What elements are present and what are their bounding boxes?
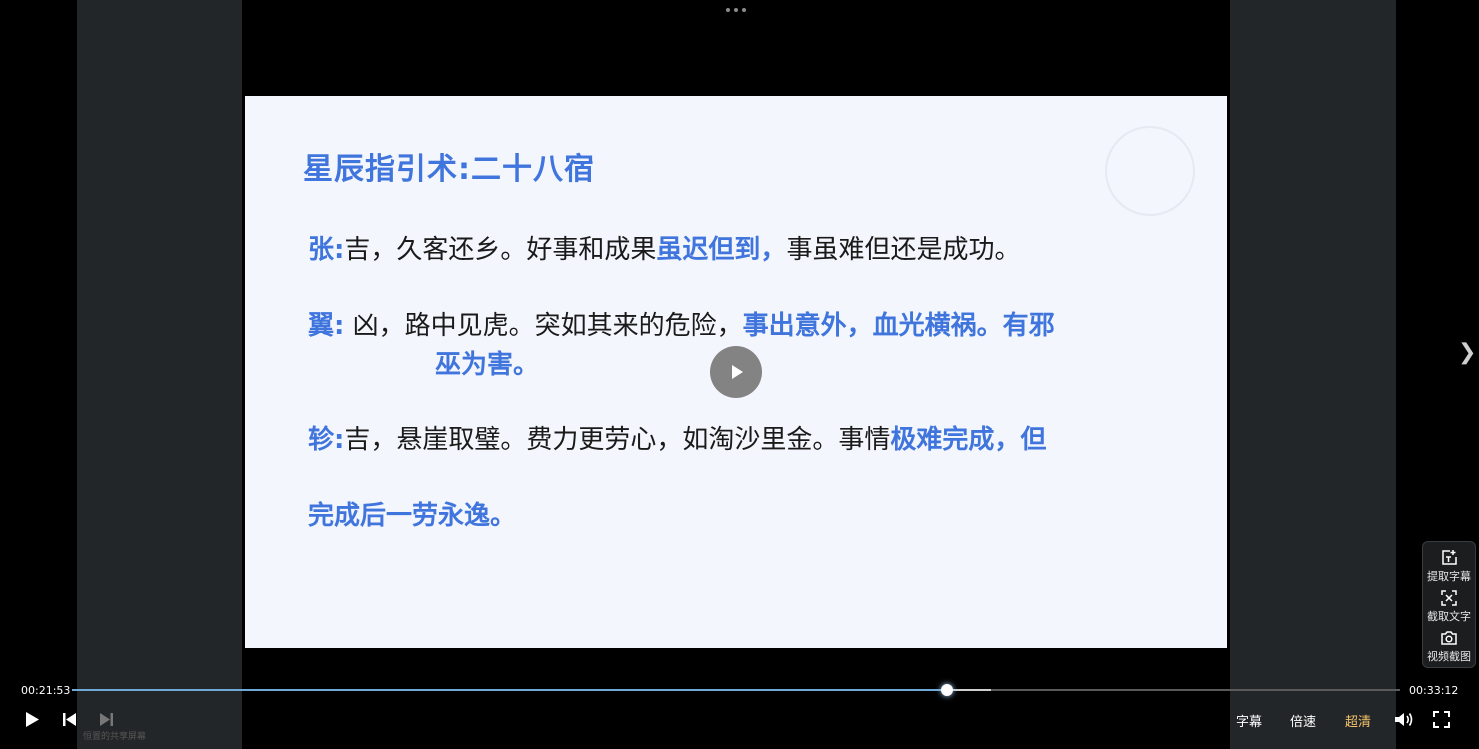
tool-label: 提取字幕 <box>1427 570 1471 583</box>
capture-text-icon <box>1441 590 1457 606</box>
center-play-button[interactable] <box>710 346 762 398</box>
capture-text-button[interactable]: 截取文字 <box>1423 589 1475 624</box>
right-side-panel <box>1230 0 1396 749</box>
watermark-text: 恒置的共享屏幕 <box>83 732 147 742</box>
entry-zhen: 轸:吉，悬崖取璧。费力更劳心，如淘沙里金。事情极难完成，但 <box>308 421 1046 459</box>
tool-label: 视频截图 <box>1427 650 1471 663</box>
volume-icon <box>1395 713 1413 726</box>
entry-yi: 翼: 凶，路中见虎。突如其来的危险，事出意外，血光横祸。有邪 <box>308 307 1055 345</box>
left-side-panel <box>77 0 242 749</box>
extract-subtitle-icon <box>1442 550 1457 565</box>
previous-button[interactable] <box>62 712 77 731</box>
play-icon <box>732 365 743 379</box>
fullscreen-button[interactable] <box>1433 711 1450 732</box>
entry-continuation: 完成后一劳永逸。 <box>308 501 517 531</box>
entry-highlight: 事出意外，血光横祸。有邪 <box>742 311 1055 341</box>
entry-term: 翼: <box>308 311 345 341</box>
volume-button[interactable] <box>1394 711 1414 732</box>
skip-previous-icon <box>63 713 76 726</box>
extract-subtitle-button[interactable]: 提取字幕 <box>1423 549 1475 584</box>
slide-title: 星辰指引术:二十八宿 <box>303 152 595 187</box>
play-icon <box>26 712 39 727</box>
fullscreen-icon <box>1433 711 1450 728</box>
current-time: 00:21:53 <box>21 684 71 697</box>
decorative-circle <box>1105 126 1195 216</box>
entry-term: 张: <box>308 235 345 265</box>
entry-highlight: 极难完成，但 <box>890 425 1047 455</box>
entry-text: 吉，悬崖取璧。费力更劳心，如淘沙里金。事情 <box>344 425 891 455</box>
tool-label: 截取文字 <box>1427 610 1471 623</box>
entry-text: 凶，路中见虎。突如其来的危险， <box>344 311 743 341</box>
speed-button[interactable]: 倍速 <box>1290 711 1316 730</box>
entry-text: 吉，久客还乡。好事和成果 <box>344 235 657 265</box>
camera-icon <box>1441 631 1457 645</box>
played-bar <box>72 689 948 691</box>
skip-next-icon <box>100 713 113 726</box>
tool-panel: 提取字幕 截取文字 视频截图 <box>1422 541 1476 668</box>
entry-continuation: 巫为害。 <box>435 350 540 380</box>
quality-button[interactable]: 超清 <box>1345 711 1371 730</box>
next-chevron-icon[interactable]: ❯ <box>1458 340 1476 365</box>
entry-term: 轸: <box>308 425 345 455</box>
total-time: 00:33:12 <box>1409 684 1459 697</box>
entry-zhang: 张:吉，久客还乡。好事和成果虽迟但到，事虽难但还是成功。 <box>308 231 1020 269</box>
subtitle-button[interactable]: 字幕 <box>1236 711 1262 730</box>
drag-handle[interactable] <box>724 6 748 14</box>
video-screenshot-button[interactable]: 视频截图 <box>1423 629 1475 664</box>
play-button[interactable] <box>24 711 40 732</box>
progress-bar[interactable] <box>72 684 1400 696</box>
entry-highlight: 虽迟但到， <box>656 235 787 265</box>
entry-after: 事虽难但还是成功。 <box>786 235 1021 265</box>
